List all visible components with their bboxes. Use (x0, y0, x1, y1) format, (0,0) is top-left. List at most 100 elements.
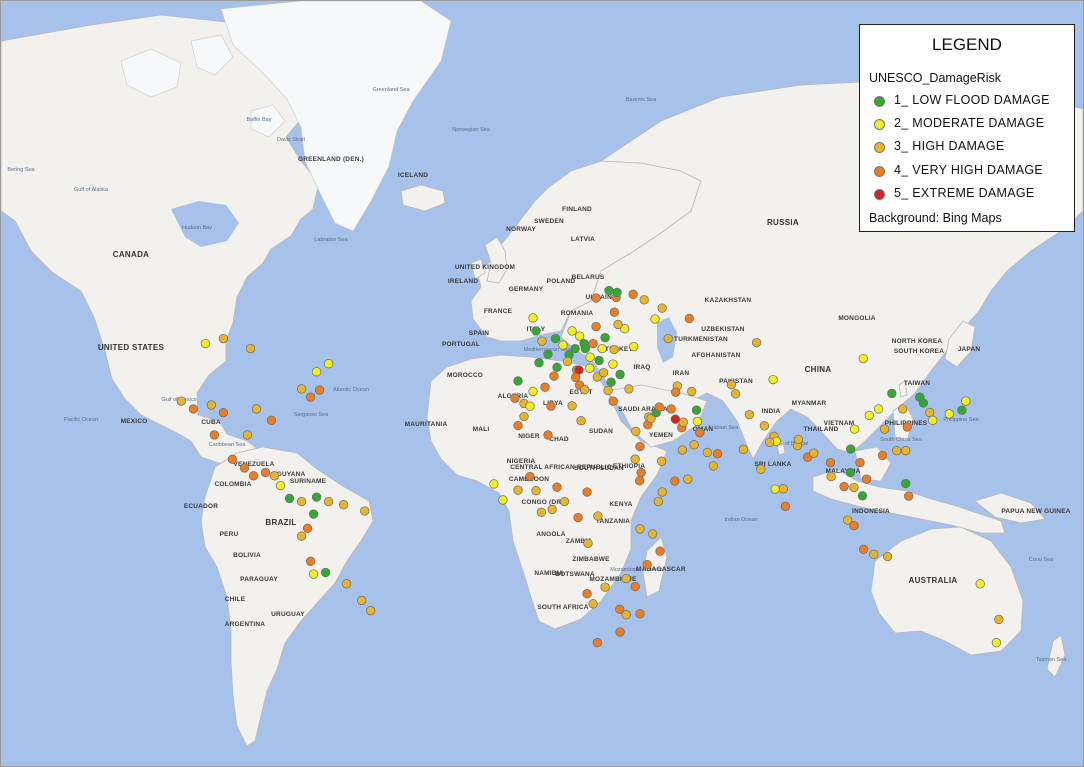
site-marker-risk-1[interactable] (543, 349, 553, 359)
site-marker-risk-4[interactable] (671, 387, 681, 397)
site-marker-risk-3[interactable] (744, 409, 755, 420)
site-marker-risk-3[interactable] (536, 507, 547, 517)
site-marker-risk-3[interactable] (580, 385, 590, 395)
site-marker-risk-1[interactable] (311, 492, 322, 502)
site-marker-risk-1[interactable] (606, 377, 616, 387)
site-marker-risk-2[interactable] (849, 424, 860, 434)
site-marker-risk-4[interactable] (666, 404, 676, 414)
site-marker-risk-1[interactable] (570, 343, 580, 354)
site-marker-risk-2[interactable] (498, 495, 508, 505)
site-marker-risk-2[interactable] (275, 480, 286, 491)
site-marker-risk-3[interactable] (639, 295, 649, 305)
site-marker-risk-4[interactable] (591, 293, 601, 303)
site-marker-risk-3[interactable] (677, 445, 688, 455)
site-marker-risk-2[interactable] (944, 409, 954, 419)
site-marker-risk-3[interactable] (269, 471, 280, 481)
site-marker-risk-3[interactable] (576, 416, 586, 426)
site-marker-risk-3[interactable] (588, 599, 598, 609)
site-marker-risk-3[interactable] (879, 424, 890, 434)
site-marker-risk-1[interactable] (552, 362, 562, 372)
site-marker-risk-4[interactable] (305, 392, 316, 402)
site-marker-risk-4[interactable] (825, 457, 836, 468)
site-marker-risk-1[interactable] (915, 392, 925, 402)
site-marker-risk-3[interactable] (251, 404, 262, 414)
site-marker-risk-3[interactable] (593, 511, 603, 521)
site-marker-risk-3[interactable] (793, 434, 804, 445)
site-marker-risk-2[interactable] (489, 479, 499, 489)
site-marker-risk-1[interactable] (534, 358, 544, 368)
site-marker-risk-4[interactable] (630, 581, 640, 592)
site-marker-risk-2[interactable] (975, 579, 985, 589)
site-marker-risk-3[interactable] (849, 482, 859, 493)
site-marker-risk-3[interactable] (176, 396, 186, 406)
site-marker-risk-3[interactable] (341, 579, 352, 589)
site-marker-risk-4[interactable] (635, 476, 645, 486)
site-marker-risk-2[interactable] (692, 416, 703, 427)
site-marker-risk-3[interactable] (898, 404, 908, 414)
site-marker-risk-3[interactable] (635, 524, 645, 534)
site-marker-risk-1[interactable] (887, 388, 897, 399)
site-marker-risk-2[interactable] (200, 338, 211, 349)
site-marker-risk-2[interactable] (585, 352, 595, 362)
site-marker-risk-3[interactable] (366, 606, 376, 616)
site-marker-risk-4[interactable] (571, 372, 581, 383)
site-marker-risk-3[interactable] (730, 389, 741, 399)
site-marker-risk-4[interactable] (218, 408, 229, 418)
site-marker-risk-2[interactable] (323, 359, 334, 369)
site-marker-risk-1[interactable] (901, 478, 911, 489)
site-marker-risk-2[interactable] (961, 396, 971, 406)
site-marker-risk-3[interactable] (657, 487, 667, 497)
site-marker-risk-3[interactable] (759, 421, 770, 431)
site-marker-risk-4[interactable] (549, 371, 559, 381)
site-marker-risk-2[interactable] (768, 374, 778, 385)
site-marker-risk-3[interactable] (296, 384, 307, 394)
site-marker-risk-2[interactable] (858, 353, 868, 364)
site-marker-risk-3[interactable] (621, 610, 631, 620)
site-marker-risk-3[interactable] (702, 447, 712, 458)
site-marker-risk-4[interactable] (858, 544, 869, 554)
site-marker-risk-3[interactable] (901, 446, 911, 456)
site-marker-risk-4[interactable] (510, 393, 520, 403)
site-marker-risk-1[interactable] (857, 491, 868, 501)
site-marker-risk-3[interactable] (687, 386, 697, 397)
site-marker-risk-4[interactable] (615, 627, 625, 637)
site-marker-risk-3[interactable] (826, 471, 836, 482)
site-marker-risk-3[interactable] (583, 538, 593, 548)
site-marker-risk-3[interactable] (547, 504, 557, 515)
site-marker-risk-4[interactable] (314, 385, 325, 395)
site-marker-risk-3[interactable] (631, 426, 641, 436)
site-marker-risk-4[interactable] (902, 422, 912, 432)
site-marker-risk-3[interactable] (559, 496, 570, 507)
site-marker-risk-4[interactable] (546, 401, 556, 411)
site-marker-risk-2[interactable] (567, 326, 577, 336)
site-marker-risk-3[interactable] (338, 500, 349, 510)
site-marker-risk-3[interactable] (624, 384, 634, 394)
site-marker-risk-3[interactable] (245, 343, 256, 354)
site-marker-risk-2[interactable] (597, 343, 607, 354)
site-marker-risk-3[interactable] (994, 614, 1004, 625)
site-marker-risk-3[interactable] (360, 506, 370, 516)
site-marker-risk-3[interactable] (882, 551, 893, 562)
site-marker-risk-3[interactable] (323, 496, 334, 507)
site-marker-risk-3[interactable] (567, 401, 577, 411)
site-marker-risk-4[interactable] (635, 609, 645, 619)
site-marker-risk-4[interactable] (305, 556, 316, 566)
site-marker-risk-4[interactable] (695, 428, 705, 438)
site-marker-risk-3[interactable] (657, 303, 667, 313)
site-marker-risk-1[interactable] (846, 444, 856, 454)
site-marker-risk-1[interactable] (845, 467, 856, 478)
site-marker-risk-2[interactable] (558, 340, 568, 350)
site-marker-risk-4[interactable] (712, 449, 723, 459)
site-marker-risk-4[interactable] (780, 501, 791, 511)
site-marker-risk-4[interactable] (849, 521, 859, 531)
site-marker-risk-3[interactable] (609, 344, 619, 355)
site-marker-risk-4[interactable] (543, 430, 553, 440)
site-marker-risk-3[interactable] (218, 333, 229, 344)
site-marker-risk-1[interactable] (957, 405, 967, 415)
site-marker-risk-2[interactable] (629, 341, 639, 352)
site-marker-risk-3[interactable] (600, 582, 610, 592)
site-marker-risk-1[interactable] (320, 567, 331, 578)
site-marker-risk-4[interactable] (654, 402, 664, 412)
site-marker-risk-3[interactable] (562, 356, 573, 367)
site-marker-risk-4[interactable] (540, 382, 550, 392)
